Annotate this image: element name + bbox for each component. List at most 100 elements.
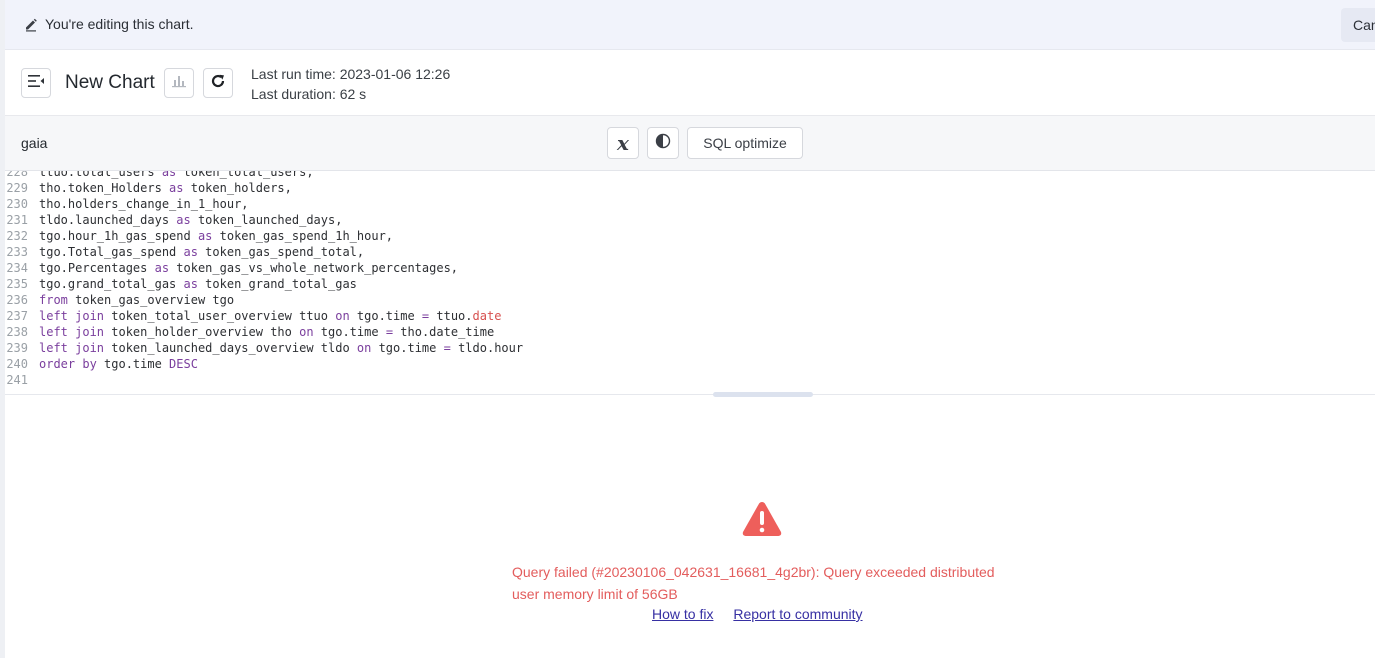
database-selector[interactable]: gaia <box>21 135 47 151</box>
line-code: left join token_total_user_overview ttuo… <box>39 308 501 324</box>
bar-chart-icon <box>171 74 187 93</box>
sql-keyword: left join <box>39 325 105 339</box>
refresh-icon <box>210 73 226 94</box>
sql-text: ttuo. <box>429 309 473 323</box>
variables-button[interactable]: x <box>607 127 639 159</box>
editor-toolbar: gaia x SQL optimize <box>5 116 1375 171</box>
sql-text: tldo.hour <box>450 341 524 355</box>
last-duration: Last duration: 62 s <box>251 86 367 102</box>
line-number: 233 <box>6 245 28 259</box>
code-line: 237 left join token_total_user_overview t… <box>5 308 501 324</box>
line-code: tgo.hour_1h_gas_spend as token_gas_spend… <box>39 228 393 244</box>
sql-keyword: left join <box>39 309 105 323</box>
sql-text: tgo.time <box>313 325 386 339</box>
sql-text: tgo.time <box>371 341 444 355</box>
sql-text: token_launched_days, <box>190 213 343 227</box>
line-number: 234 <box>6 261 28 275</box>
theme-toggle-button[interactable] <box>647 127 679 159</box>
sql-keyword: order by <box>39 357 97 371</box>
sql-keyword: = <box>443 341 451 355</box>
sql-keyword: on <box>299 325 314 339</box>
sidebar-toggle-button[interactable] <box>21 68 51 98</box>
sql-text: tldo.launched_days <box>39 213 177 227</box>
line-code: left join token_launched_days_overview t… <box>39 340 523 356</box>
editor-resize-handle[interactable] <box>713 392 813 397</box>
sql-text: tgo.Percentages <box>39 261 155 275</box>
sql-text: token_total_user_overview ttuo <box>104 309 336 323</box>
how-to-fix-link[interactable]: How to fix <box>652 606 713 622</box>
sql-keyword: DESC <box>169 357 198 371</box>
pencil-icon <box>23 16 39 32</box>
line-code: tho.holders_change_in_1_hour, <box>39 196 249 212</box>
sql-text: token_gas_spend_1h_hour, <box>212 229 394 243</box>
sql-optimize-button[interactable]: SQL optimize <box>687 127 803 159</box>
line-number: 237 <box>6 309 28 323</box>
sql-keyword: as <box>154 261 170 275</box>
sql-text: tgo.Total_gas_spend <box>39 245 184 259</box>
line-number: 228 <box>6 171 28 179</box>
line-number: 241 <box>6 373 28 387</box>
code-line: 236 from token_gas_overview tgo <box>5 292 234 308</box>
error-links: How to fix Report to community <box>652 606 863 622</box>
sql-text: ttuo.total_users <box>39 171 162 179</box>
code-line: 230 tho.holders_change_in_1_hour, <box>5 196 249 212</box>
sql-text: token_gas_vs_whole_network_percentages, <box>169 261 459 275</box>
sql-keyword: on <box>335 309 350 323</box>
sql-text: tgo.hour_1h_gas_spend <box>39 229 198 243</box>
sql-text: token_total_users, <box>176 171 314 179</box>
editing-banner: You're editing this chart. Cancel <box>5 0 1375 50</box>
sql-text: tgo.time <box>349 309 422 323</box>
line-code: tgo.Percentages as token_gas_vs_whole_ne… <box>39 260 458 276</box>
line-code: left join token_holder_overview tho on t… <box>39 324 494 340</box>
line-number: 240 <box>6 357 28 371</box>
line-code: from token_gas_overview tgo <box>39 292 234 308</box>
chart-header: New Chart Last run time: 2023-01-06 12:2… <box>5 50 1375 116</box>
line-number: 231 <box>6 213 28 227</box>
line-number: 235 <box>6 277 28 291</box>
line-number: 239 <box>6 341 28 355</box>
code-line: 239 left join token_launched_days_overvie… <box>5 340 523 356</box>
cancel-button[interactable]: Cancel <box>1341 8 1375 42</box>
line-code: order by tgo.time DESC <box>39 356 198 372</box>
sql-text: tho.holders_change_in_1_hour, <box>39 197 249 211</box>
sql-keyword: = <box>385 325 394 339</box>
sql-keyword: as <box>176 213 191 227</box>
warning-triangle-icon <box>741 500 783 538</box>
sql-keyword: on <box>356 341 372 355</box>
sql-keyword: from <box>39 293 68 307</box>
chart-title[interactable]: New Chart <box>65 72 155 94</box>
last-run-time: Last run time: 2023-01-06 12:26 <box>251 66 451 82</box>
code-line: 241 <box>5 372 39 388</box>
line-code: ttuo.total_users as token_total_users, <box>39 171 314 180</box>
sql-keyword: as <box>169 181 184 195</box>
sql-text: token_holder_overview tho <box>104 325 300 339</box>
code-line: 229 tho.token_Holders as token_holders, <box>5 180 292 196</box>
line-code: tldo.launched_days as token_launched_day… <box>39 212 342 228</box>
refresh-button[interactable] <box>203 68 233 98</box>
code-line: 235 tgo.grand_total_gas as token_grand_to… <box>5 276 357 292</box>
error-message: Query failed (#20230106_042631_16681_4g2… <box>512 564 995 602</box>
sql-literal: date <box>472 309 502 323</box>
sql-text: tho.token_Holders <box>39 181 170 195</box>
code-line: 234 tgo.Percentages as token_gas_vs_whole… <box>5 260 458 276</box>
code-line: 228 ttuo.total_users as token_total_users… <box>5 171 314 180</box>
sql-text: token_gas_overview tgo <box>67 293 235 307</box>
sql-code-editor[interactable]: 228 ttuo.total_users as token_total_users… <box>5 171 1375 394</box>
sql-keyword: as <box>183 245 198 259</box>
line-number: 230 <box>6 197 28 211</box>
sql-keyword: as <box>183 277 198 291</box>
line-number: 236 <box>6 293 28 307</box>
sql-text: token_gas_spend_total, <box>197 245 365 259</box>
contrast-icon <box>655 133 671 154</box>
editor-divider <box>5 394 1375 395</box>
report-to-community-link[interactable]: Report to community <box>733 606 862 622</box>
code-line: 231 tldo.launched_days as token_launched_… <box>5 212 342 228</box>
chart-type-button[interactable] <box>164 68 194 98</box>
sql-text: tgo.time <box>96 357 170 371</box>
line-number: 238 <box>6 325 28 339</box>
sql-keyword: as <box>161 171 177 179</box>
sql-text: token_grand_total_gas <box>197 277 357 291</box>
sql-text: token_holders, <box>183 181 292 195</box>
sql-keyword: as <box>197 229 213 243</box>
code-line: 233 tgo.Total_gas_spend as token_gas_spen… <box>5 244 364 260</box>
